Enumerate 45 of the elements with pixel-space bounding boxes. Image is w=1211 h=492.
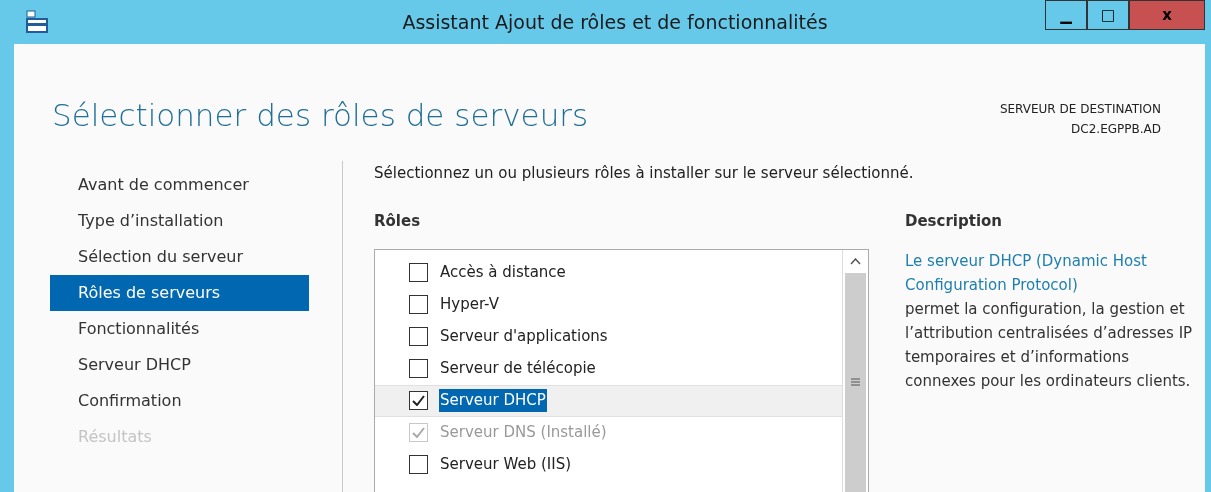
scroll-up-icon[interactable]	[850, 257, 861, 265]
role-row[interactable]: Hyper-V	[375, 288, 842, 321]
role-label: Serveur DNS (Installé)	[439, 422, 608, 444]
role-label: Serveur d'applications	[439, 326, 609, 348]
checkbox[interactable]	[409, 359, 428, 378]
description-text: permet la configuration, la gestion et l’attribution centralisées d’adresses IP temporaires et d’informations connexes pour les ordinateurs clients.	[905, 298, 1194, 392]
role-row[interactable]: Serveur Web (IIS)	[375, 448, 842, 481]
role-label: Serveur DHCP	[439, 389, 547, 412]
grip-icon	[851, 378, 860, 387]
destination-server: DC2.EGPPB.AD	[1071, 121, 1161, 138]
close-button[interactable]: x	[1129, 0, 1205, 30]
checkbox[interactable]	[409, 295, 428, 314]
sidebar-item[interactable]: Sélection du serveur	[50, 238, 309, 275]
scroll-thumb[interactable]	[845, 272, 866, 492]
destination-label: SERVEUR DE DESTINATION	[999, 101, 1161, 118]
sidebar-item[interactable]: Confirmation	[50, 382, 309, 419]
toolbox-icon	[24, 9, 50, 35]
sidebar-item[interactable]: Serveur DHCP	[50, 346, 309, 383]
sidebar-item[interactable]: Fonctionnalités	[50, 310, 309, 347]
minimize-button[interactable]: ▁	[1045, 0, 1087, 30]
description-link[interactable]: Le serveur DHCP (Dynamic Host Configuration Protocol)	[905, 248, 1175, 297]
page-title: Sélectionner des rôles de serveurs	[52, 96, 589, 135]
role-row[interactable]: Serveur DHCP	[375, 384, 842, 417]
roles-heading: Rôles	[374, 211, 422, 232]
checkbox[interactable]	[409, 327, 428, 346]
role-label: Serveur Web (IIS)	[439, 454, 572, 476]
sidebar-item[interactable]: Avant de commencer	[50, 166, 309, 203]
role-label: Hyper-V	[439, 294, 500, 316]
checkmark-icon	[412, 427, 425, 438]
role-row[interactable]: Serveur de télécopie	[375, 352, 842, 385]
checkbox[interactable]	[409, 263, 428, 282]
instruction-text: Sélectionnez un ou plusieurs rôles à installer sur le serveur sélectionné.	[374, 162, 915, 184]
checkmark-icon	[412, 395, 425, 406]
role-row[interactable]: Accès à distance	[375, 256, 842, 289]
checkbox[interactable]	[409, 455, 428, 474]
sidebar-item[interactable]: Type d’installation	[50, 202, 309, 239]
description-heading: Description	[905, 211, 1004, 232]
role-label: Accès à distance	[439, 262, 567, 284]
maximize-button[interactable]: □	[1087, 0, 1129, 30]
role-row[interactable]: Serveur d'applications	[375, 320, 842, 353]
role-label: Serveur de télécopie	[439, 358, 597, 380]
sidebar-item[interactable]: Rôles de serveurs	[50, 274, 309, 311]
checkbox[interactable]	[409, 391, 428, 410]
window-title: Assistant Ajout de rôles et de fonctionnalités	[401, 9, 829, 35]
scrollbar[interactable]	[842, 249, 868, 492]
